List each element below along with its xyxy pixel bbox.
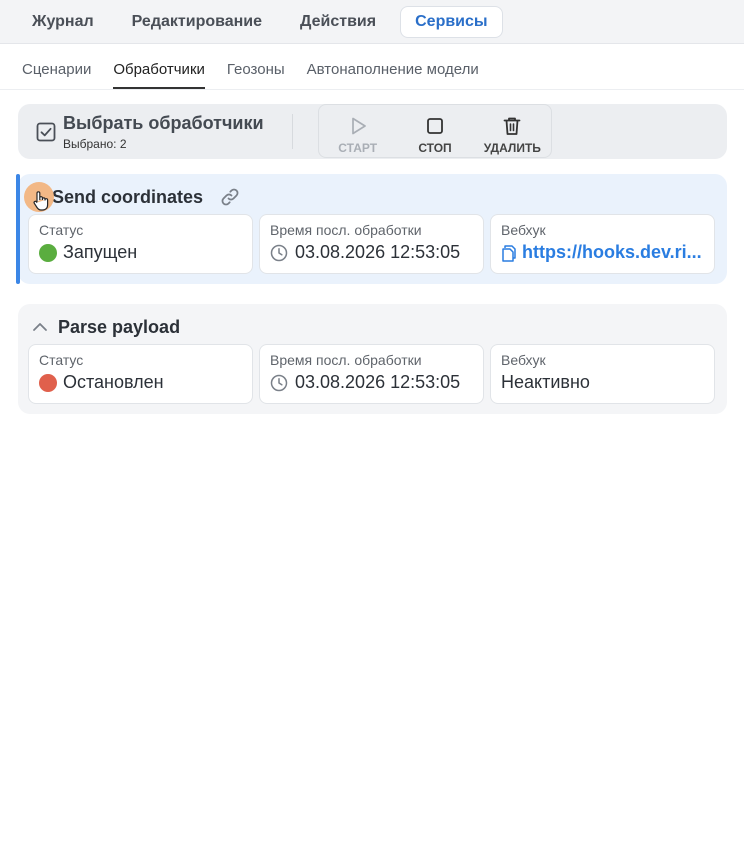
- webhook-field: Вебхук https://hooks.dev.ri...: [490, 214, 715, 274]
- trash-icon: [503, 117, 521, 135]
- handler-card[interactable]: Send coordinates Статус Запущен Время по…: [16, 174, 727, 284]
- handler-card-header: Parse payload: [30, 316, 180, 338]
- webhook-value-row: Неактивно: [501, 372, 704, 393]
- last-processed-field: Время посл. обработки 03.08.2026 12:53:0…: [259, 214, 484, 274]
- last-processed-value: 03.08.2026 12:53:05: [295, 242, 461, 262]
- webhook-field: Вебхук Неактивно: [490, 344, 715, 404]
- last-processed-value-row: 03.08.2026 12:53:05: [270, 372, 473, 393]
- start-button[interactable]: СТАРТ: [319, 105, 396, 157]
- webhook-value: Неактивно: [501, 372, 590, 392]
- checkbox-checked-icon[interactable]: [36, 122, 56, 142]
- play-icon: [351, 117, 366, 135]
- status-stopped-dot-icon: [39, 373, 57, 392]
- handler-title[interactable]: Send coordinates: [52, 187, 203, 208]
- top-tab-bar: Журнал Редактирование Действия Сервисы: [0, 0, 744, 44]
- webhook-label: Вебхук: [501, 352, 546, 368]
- status-field: Статус Запущен: [28, 214, 253, 274]
- selected-count: Выбрано: 2: [63, 137, 127, 151]
- status-value-row: Запущен: [39, 242, 242, 263]
- stop-button[interactable]: СТОП: [396, 105, 473, 157]
- toolbar-actions: СТАРТ СТОП УДАЛИТЬ: [318, 104, 552, 158]
- link-icon[interactable]: [219, 186, 241, 208]
- status-field: Статус Остановлен: [28, 344, 253, 404]
- status-value-row: Остановлен: [39, 372, 242, 393]
- webhook-label: Вебхук: [501, 222, 546, 238]
- select-handlers-title[interactable]: Выбрать обработчики: [63, 113, 264, 134]
- last-processed-label: Время посл. обработки: [270, 352, 422, 368]
- last-processed-label: Время посл. обработки: [270, 222, 422, 238]
- tab-editing[interactable]: Редактирование: [118, 7, 276, 37]
- toolbar-divider: [292, 114, 293, 149]
- pointer-cursor-icon: [24, 182, 54, 212]
- copy-icon[interactable]: [501, 244, 517, 262]
- status-value: Остановлен: [63, 372, 164, 392]
- clock-icon: [270, 374, 288, 391]
- subtab-scenarios[interactable]: Сценарии: [22, 61, 91, 89]
- hand-cursor-icon: [33, 191, 49, 211]
- start-button-label: СТАРТ: [338, 141, 378, 155]
- webhook-link[interactable]: https://hooks.dev.ri...: [522, 242, 702, 263]
- webhook-value-row: https://hooks.dev.ri...: [501, 242, 704, 263]
- tab-actions[interactable]: Действия: [286, 7, 390, 37]
- handlers-toolbar: Выбрать обработчики Выбрано: 2 СТАРТ СТО…: [18, 104, 727, 159]
- clock-icon: [270, 244, 288, 261]
- handler-card[interactable]: Parse payload Статус Остановлен Время по…: [18, 304, 727, 414]
- status-label: Статус: [39, 352, 84, 368]
- tab-journal[interactable]: Журнал: [18, 7, 108, 37]
- last-processed-value-row: 03.08.2026 12:53:05: [270, 242, 473, 263]
- subtab-geozones[interactable]: Геозоны: [227, 61, 285, 89]
- handler-title[interactable]: Parse payload: [58, 317, 180, 338]
- handler-fields: Статус Остановлен Время посл. обработки …: [28, 344, 715, 404]
- status-value: Запущен: [63, 242, 138, 262]
- chevron-up-icon[interactable]: [30, 317, 50, 337]
- status-label: Статус: [39, 222, 84, 238]
- sub-tab-bar: Сценарии Обработчики Геозоны Автонаполне…: [0, 44, 744, 90]
- subtab-model-autofill[interactable]: Автонаполнение модели: [307, 61, 479, 89]
- last-processed-value: 03.08.2026 12:53:05: [295, 372, 461, 392]
- stop-icon: [427, 118, 443, 134]
- handler-fields: Статус Запущен Время посл. обработки 03.…: [28, 214, 715, 274]
- tab-services[interactable]: Сервисы: [400, 5, 503, 38]
- last-processed-field: Время посл. обработки 03.08.2026 12:53:0…: [259, 344, 484, 404]
- handler-card-header: Send coordinates: [24, 182, 241, 212]
- stop-button-label: СТОП: [418, 141, 452, 155]
- subtab-handlers[interactable]: Обработчики: [113, 61, 205, 89]
- delete-button-label: УДАЛИТЬ: [483, 141, 541, 155]
- status-running-dot-icon: [39, 243, 57, 262]
- delete-button[interactable]: УДАЛИТЬ: [474, 105, 551, 157]
